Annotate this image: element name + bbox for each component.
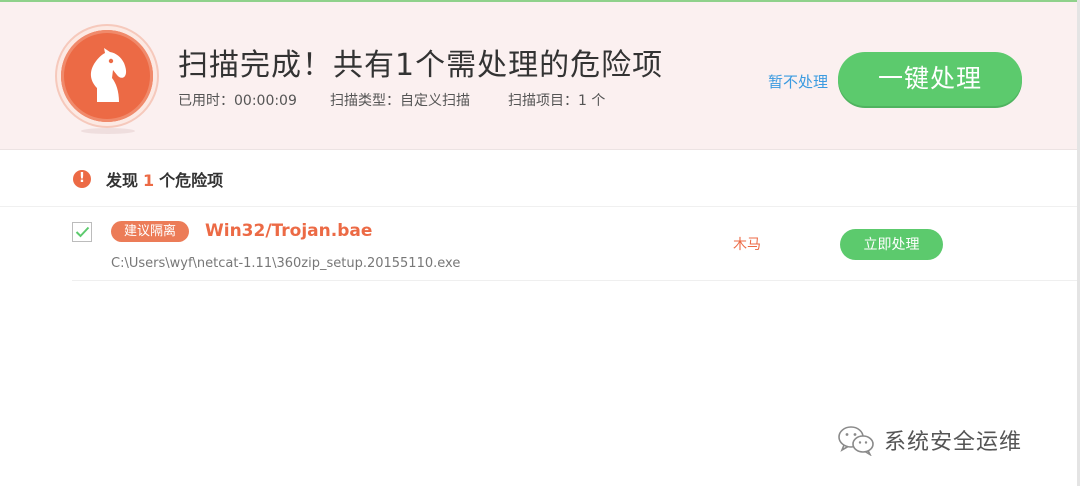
fix-now-button[interactable]: 立即处理 [840, 229, 943, 260]
summary-suffix: 个危险项 [159, 171, 224, 190]
checkmark-icon [75, 226, 90, 238]
watermark-text: 系统安全运维 [884, 430, 1023, 455]
divider [0, 206, 1080, 207]
alert-icon: ! [73, 170, 91, 188]
quarantine-tag: 建议隔离 [111, 221, 189, 242]
logo-shadow [81, 128, 135, 134]
wechat-icon [838, 426, 874, 456]
watermark: 系统安全运维 [836, 424, 1022, 456]
page-title: 扫描完成！共有1个需处理的危险项 [178, 48, 664, 83]
logo-badge [61, 30, 153, 122]
threat-type: 木马 [733, 237, 761, 253]
threat-summary-text: 发现 1 个危险项 [106, 167, 223, 191]
summary-prefix: 发现 [106, 171, 139, 190]
skip-link[interactable]: 暂不处理 [768, 71, 828, 92]
threat-summary: ! 发现 1 个危险项 [73, 166, 223, 192]
threat-checkbox[interactable] [72, 222, 92, 242]
scan-result-header: 扫描完成！共有1个需处理的危险项 已用时：00:00:09 扫描类型：自定义扫描… [0, 2, 1080, 150]
scan-item-count: 扫描项目：1 个 [508, 93, 606, 109]
threat-file-path: C:\Users\wyf\netcat-1.11\360zip_setup.20… [111, 256, 461, 271]
threat-name: Win32/Trojan.bae [205, 221, 373, 241]
horse-head-icon [90, 48, 127, 102]
scan-type: 扫描类型：自定义扫描 [330, 93, 470, 109]
threat-count: 1 [143, 171, 155, 190]
logo [55, 24, 160, 134]
elapsed-time: 已用时：00:00:09 [178, 93, 297, 109]
fix-all-button[interactable]: 一键处理 [838, 52, 1022, 106]
row-divider [72, 280, 1080, 281]
